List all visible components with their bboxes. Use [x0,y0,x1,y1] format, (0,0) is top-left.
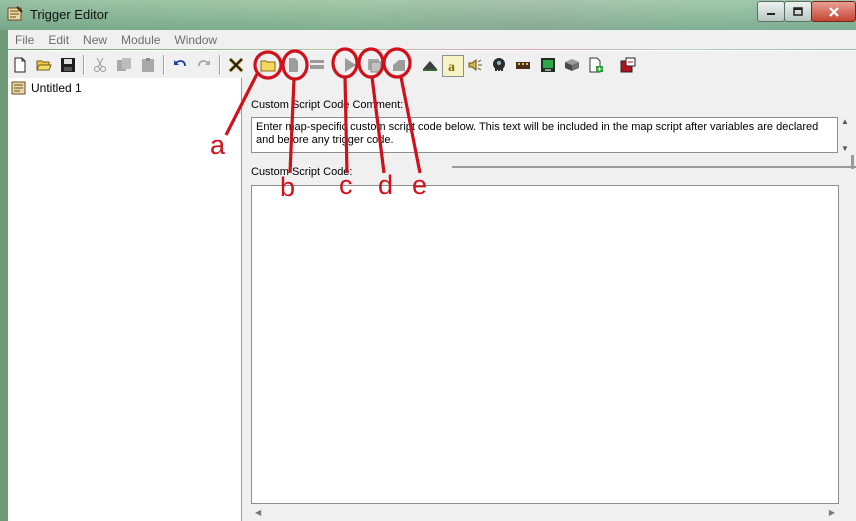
undo-icon [174,60,186,67]
campaign-editor-icon [516,62,530,69]
open-button[interactable] [34,55,54,75]
object-manager-icon [589,57,603,73]
toolbar-separator [83,55,85,75]
open-folder-icon [36,60,52,71]
annotation-label-c: c [339,170,353,200]
window-title: Trigger Editor [30,7,109,22]
toolbar-separator [219,55,221,75]
tree-item-untitled[interactable]: Untitled 1 [11,80,82,96]
scroll-left-arrow-icon[interactable]: ◀ [255,508,261,517]
save-button[interactable] [58,55,78,75]
new-trigger-icon [289,58,298,72]
new-comment-icon [310,60,324,69]
new-event-button[interactable] [364,55,384,75]
test-map-button[interactable] [618,55,638,75]
toolbar-separator [163,55,165,75]
close-icon [828,6,839,17]
script-panel: Custom Script Code Comment: Enter map-sp… [242,78,856,521]
maximize-icon [793,6,803,16]
comment-label: Custom Script Code Comment: [251,99,404,111]
scroll-down-arrow-icon[interactable]: ▼ [841,144,849,153]
trigger-editor-app-icon [7,6,23,22]
new-comment-button[interactable] [307,55,327,75]
title-bar[interactable]: Trigger Editor [0,0,856,30]
panel-splitter[interactable] [452,166,856,168]
tree-item-label: Untitled 1 [31,81,82,95]
comment-textarea[interactable]: Enter map-specific custom script code be… [251,117,838,153]
new-condition-icon [393,60,405,71]
new-event-icon [368,59,382,73]
scroll-up-arrow-icon[interactable]: ▲ [841,117,849,126]
terrain-editor-icon [423,61,437,71]
menu-edit[interactable]: Edit [41,33,76,47]
maximize-button[interactable] [784,1,812,22]
paste-button[interactable] [138,55,158,75]
annotation-label-e: e [412,170,428,200]
new-document-button[interactable] [10,55,30,75]
undo-button[interactable] [170,55,190,75]
trigger-editor-window: Trigger Editor File Edit New Module Wind… [0,0,856,521]
new-category-icon [260,60,276,72]
copy-icon [117,58,131,71]
ai-editor-icon [541,58,555,72]
new-variable-icon [345,58,356,72]
cut-icon [94,57,106,72]
toolbar: a [8,50,856,80]
sound-editor-button[interactable] [465,55,485,75]
new-category-button[interactable] [258,55,278,75]
code-label: Custom Script Code: [251,166,353,178]
map-script-icon [11,81,26,95]
new-document-icon [14,57,26,73]
new-trigger-button[interactable] [283,55,303,75]
import-manager-button[interactable] [562,55,582,75]
paste-icon [142,58,154,72]
comment-scrollbar[interactable]: ▲ ▼ [838,117,852,153]
save-disk-icon [61,58,75,72]
menu-bar: File Edit New Module Window [8,30,856,49]
test-map-icon [620,57,636,73]
splitter-handle[interactable] [851,155,854,169]
trigger-x-button[interactable] [226,55,246,75]
trigger-tree-panel[interactable]: Untitled 1 [8,78,242,521]
redo-icon [198,60,210,67]
minimize-button[interactable] [757,1,785,22]
sound-editor-icon [468,59,482,71]
new-variable-button[interactable] [340,55,360,75]
annotation-label-a: a [210,130,226,160]
terrain-editor-button[interactable] [420,55,440,75]
text-icon: a [448,60,455,74]
new-condition-button[interactable] [389,55,409,75]
scroll-right-arrow-icon[interactable]: ▶ [829,508,835,517]
menu-new[interactable]: New [76,33,114,47]
code-horizontal-scrollbar[interactable]: ◀ ▶ [251,505,839,519]
menu-file[interactable]: File [8,33,41,47]
text-button[interactable]: a [442,55,464,77]
menu-window[interactable]: Window [167,33,224,47]
close-button[interactable] [811,1,856,22]
menu-module[interactable]: Module [114,33,167,47]
cut-button[interactable] [90,55,110,75]
annotation-label-d: d [378,170,394,200]
object-editor-icon [493,58,505,71]
annotation-label-b: b [280,172,296,202]
minimize-icon [767,12,775,15]
trigger-x-icon [228,57,244,73]
object-manager-button[interactable] [586,55,606,75]
svg-text:a: a [448,60,455,74]
object-editor-button[interactable] [489,55,509,75]
ai-editor-button[interactable] [538,55,558,75]
campaign-editor-button[interactable] [513,55,533,75]
copy-button[interactable] [114,55,134,75]
redo-button[interactable] [194,55,214,75]
custom-script-code-textarea[interactable] [251,185,839,504]
import-manager-icon [565,59,579,71]
